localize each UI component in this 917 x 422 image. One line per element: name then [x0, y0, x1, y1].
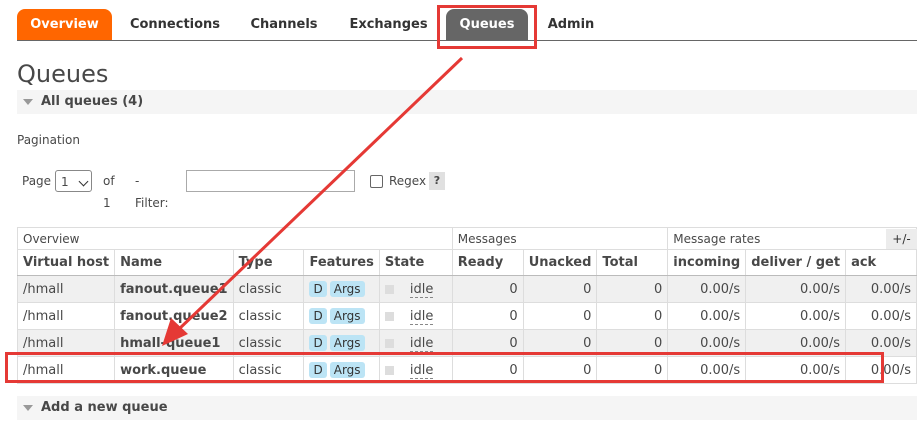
annotation-arrow-icon	[162, 56, 464, 346]
